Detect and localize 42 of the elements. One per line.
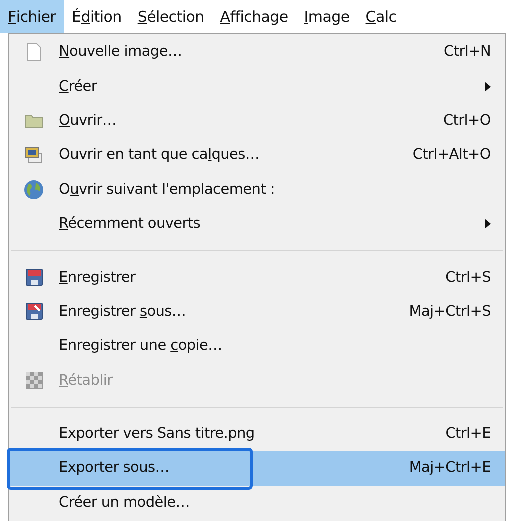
menu-item[interactable]: Enregistrer une copie…: [9, 329, 505, 364]
checkered-icon: [26, 372, 42, 390]
menu-item-label: Enregistrer une copie…: [59, 338, 224, 354]
menu-bar-item[interactable]: Image: [296, 0, 358, 33]
menu-bar-item[interactable]: Sélection: [130, 0, 212, 33]
menu-item[interactable]: Créer: [9, 69, 505, 104]
menu-item-label: Rétablir: [59, 372, 114, 389]
shortcut-label: Ctrl+N: [444, 44, 491, 60]
menu-item[interactable]: Créer un modèle…: [9, 486, 505, 520]
menu-bar-item[interactable]: Calc: [358, 0, 405, 33]
menu-item-label: Créer: [59, 78, 98, 95]
folder-icon: [25, 114, 43, 128]
menu-bar-item[interactable]: Affichage: [212, 0, 296, 33]
menu-item-label: Enregistrer: [59, 270, 137, 286]
shortcut-label: Ctrl+E: [446, 426, 491, 442]
menu-item-label: Exporter sous…: [59, 460, 170, 476]
shortcut-label: Maj+Ctrl+E: [409, 460, 491, 476]
menu-item[interactable]: Récemment ouverts: [9, 206, 505, 242]
menu-item-label: Ouvrir…: [59, 112, 118, 129]
shortcut-label: Maj+Ctrl+S: [409, 304, 491, 320]
menu-bar-item[interactable]: Fichier: [0, 0, 64, 33]
menu-item[interactable]: Enregistrer Ctrl+S: [9, 260, 505, 295]
image-layers-icon: [25, 146, 43, 164]
shortcut-label: Ctrl+S: [446, 270, 491, 286]
shortcut-label: Ctrl+Alt+O: [412, 147, 491, 164]
menu-item[interactable]: Ouvrir… Ctrl+O: [9, 104, 505, 138]
menu-item[interactable]: Exporter vers Sans titre.png Ctrl+E: [9, 416, 505, 452]
globe-icon: [24, 180, 44, 200]
menu-item-label: Récemment ouverts: [59, 216, 202, 232]
menu-item-label: Créer un modèle…: [59, 494, 191, 511]
menu-item[interactable]: Nouvelle image… Ctrl+N: [9, 35, 505, 70]
menu-item[interactable]: Ouvrir suivant l'emplacement :: [9, 172, 505, 207]
menu-item[interactable]: Enregistrer sous… Maj+Ctrl+S: [9, 294, 505, 330]
shortcut-label: Ctrl+O: [443, 112, 491, 129]
menu-item-label: Ouvrir en tant que calques…: [59, 147, 261, 164]
blank-page-icon: [26, 43, 42, 62]
menu-item-label: Nouvelle image…: [59, 44, 184, 60]
menu-item[interactable]: Ouvrir en tant que calques… Ctrl+Alt+O: [9, 138, 505, 173]
menu-bar-item[interactable]: Édition: [64, 0, 130, 33]
menu-item-label: Ouvrir suivant l'emplacement :: [59, 182, 276, 198]
menu-item-label: Enregistrer sous…: [59, 304, 188, 320]
menu-item-label: Exporter vers Sans titre.png: [59, 426, 256, 442]
